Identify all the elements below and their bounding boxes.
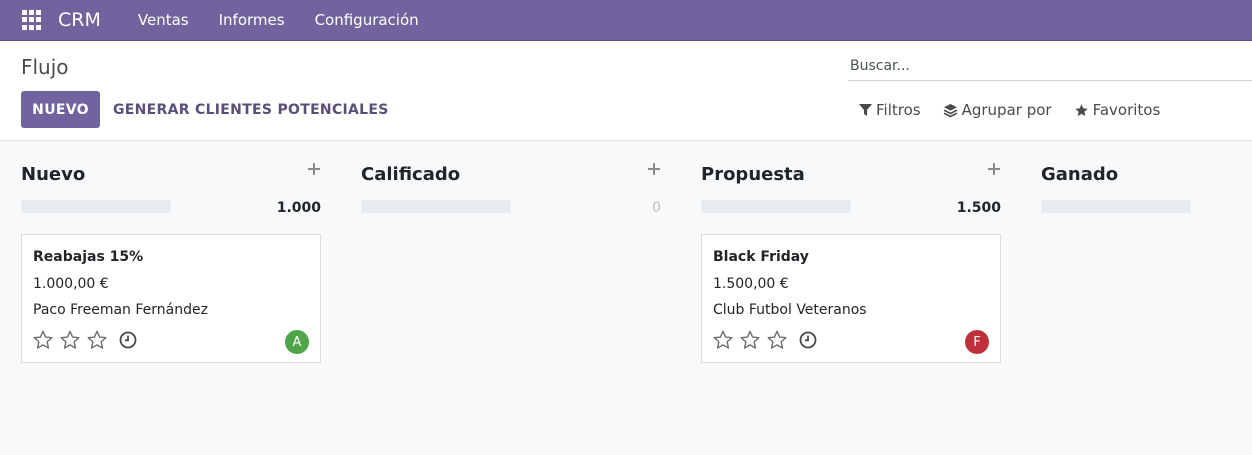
kanban-card[interactable]: Reabajas 15% 1.000,00 € Paco Freeman Fer… <box>21 234 321 363</box>
priority-stars <box>712 329 817 351</box>
generate-leads-button[interactable]: GENERAR CLIENTES POTENCIALES <box>113 91 389 128</box>
kanban-card[interactable]: Black Friday 1.500,00 € Club Futbol Vete… <box>701 234 1001 363</box>
apps-grid-icon[interactable] <box>22 10 42 30</box>
star-icon <box>1074 103 1088 116</box>
avatar[interactable]: F <box>965 330 989 354</box>
breadcrumb: Flujo <box>21 55 69 79</box>
priority-stars <box>32 329 137 351</box>
favorites-label: Favoritos <box>1092 101 1161 119</box>
card-partner: Club Futbol Veteranos <box>713 302 867 318</box>
column-title: Calificado <box>361 164 461 185</box>
plus-icon[interactable] <box>987 162 1001 176</box>
filter-icon <box>859 103 872 116</box>
card-title: Reabajas 15% <box>33 249 144 265</box>
menu-informes[interactable]: Informes <box>204 11 300 29</box>
top-navbar: CRM Ventas Informes Configuración <box>0 0 1252 41</box>
search-input[interactable] <box>848 53 1252 79</box>
column-total: 1.500 <box>956 200 1001 216</box>
column-title: Ganado <box>1041 164 1119 185</box>
plus-icon[interactable] <box>307 162 321 176</box>
star-outline-icon[interactable] <box>766 329 788 351</box>
group-by-button[interactable]: Agrupar por <box>943 101 1052 119</box>
clock-icon[interactable] <box>119 331 137 349</box>
kanban-board: Nuevo 1.000 Reabajas 15% 1.000,00 € Paco… <box>0 142 1252 455</box>
star-outline-icon[interactable] <box>712 329 734 351</box>
search-options: Filtros Agrupar por Favoritos <box>859 101 1182 119</box>
control-panel: Flujo NUEVO GENERAR CLIENTES POTENCIALES… <box>0 41 1252 141</box>
column-title: Propuesta <box>701 164 805 185</box>
star-outline-icon[interactable] <box>739 329 761 351</box>
group-by-label: Agrupar por <box>961 101 1052 119</box>
clock-icon[interactable] <box>799 331 817 349</box>
filters-label: Filtros <box>876 101 921 119</box>
column-progress-bar[interactable] <box>701 200 851 213</box>
card-partner: Paco Freeman Fernández <box>33 302 208 318</box>
star-outline-icon[interactable] <box>86 329 108 351</box>
new-button[interactable]: NUEVO <box>21 91 100 128</box>
column-total: 0 <box>652 200 661 216</box>
search-bar <box>848 53 1252 81</box>
avatar[interactable]: A <box>285 330 309 354</box>
menu-configuracion[interactable]: Configuración <box>300 11 434 29</box>
app-brand[interactable]: CRM <box>58 9 101 31</box>
star-outline-icon[interactable] <box>59 329 81 351</box>
layers-icon <box>943 103 957 117</box>
card-amount: 1.500,00 € <box>713 276 789 292</box>
column-progress-bar[interactable] <box>21 200 171 213</box>
card-amount: 1.000,00 € <box>33 276 109 292</box>
column-progress-bar[interactable] <box>1041 200 1191 213</box>
card-title: Black Friday <box>713 249 809 265</box>
filters-button[interactable]: Filtros <box>859 101 921 119</box>
column-progress-bar[interactable] <box>361 200 511 213</box>
favorites-button[interactable]: Favoritos <box>1074 101 1161 119</box>
column-total: 1.000 <box>276 200 321 216</box>
menu-ventas[interactable]: Ventas <box>123 11 204 29</box>
column-title: Nuevo <box>21 164 86 185</box>
plus-icon[interactable] <box>647 162 661 176</box>
star-outline-icon[interactable] <box>32 329 54 351</box>
